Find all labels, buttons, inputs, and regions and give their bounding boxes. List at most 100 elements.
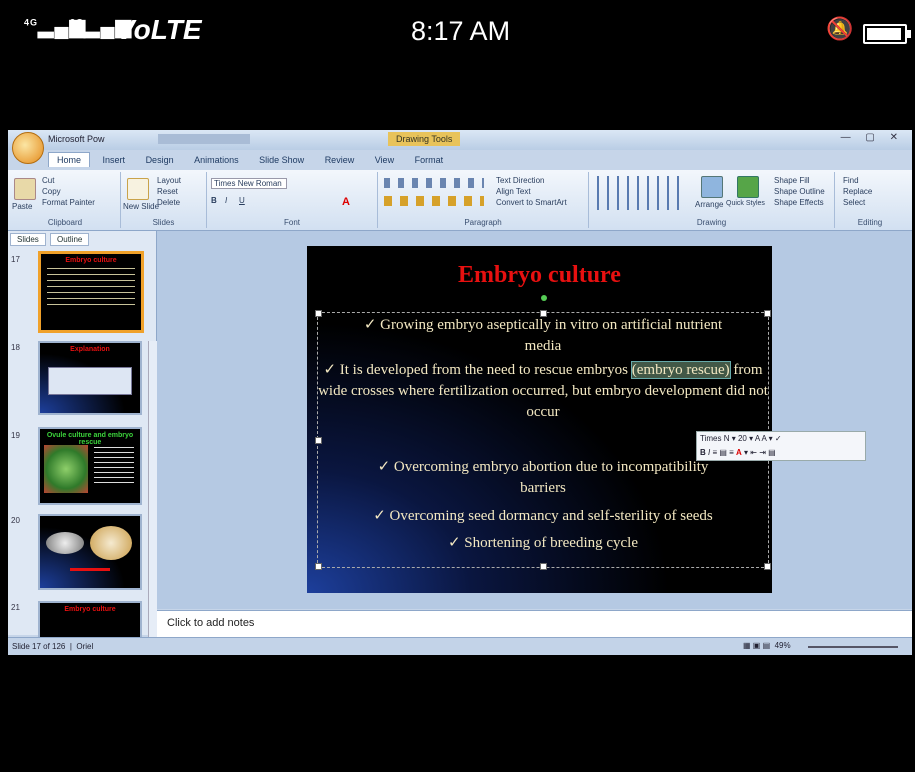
office-button[interactable] bbox=[12, 132, 44, 164]
clock: 8:17 AM bbox=[411, 16, 511, 46]
slide-number: 17 bbox=[11, 255, 20, 264]
bullet-text: ✓ Growing embryo aseptically in vitro on… bbox=[363, 317, 723, 333]
ribbon-tabs: Home Insert Design Animations Slide Show… bbox=[48, 152, 453, 170]
bold-button[interactable]: B bbox=[211, 196, 217, 205]
thumbnail-caption bbox=[70, 568, 110, 571]
slide-counter: Slide 17 of 126 | Oriel bbox=[12, 642, 94, 651]
font-name-select[interactable]: Times New Roman bbox=[211, 178, 287, 189]
copy-button[interactable]: Copy bbox=[42, 187, 61, 196]
window-title: Microsoft Pow bbox=[48, 134, 105, 144]
thumbnail-image bbox=[44, 445, 88, 493]
mini-toolbar-row-1: Times N ▾ 20 ▾ A A ▾ ✓ bbox=[700, 434, 782, 443]
bullet-3: ✓ Overcoming embryo abortion due to inco… bbox=[318, 457, 768, 499]
slides-pane-scrollbar[interactable] bbox=[148, 341, 157, 655]
current-slide: Embryo culture ✓ Growing embryo aseptica… bbox=[307, 246, 772, 593]
zoom-slider[interactable] bbox=[808, 646, 898, 648]
slide-title[interactable]: Embryo culture bbox=[307, 262, 772, 289]
italic-button[interactable]: I bbox=[225, 196, 227, 205]
align-buttons[interactable] bbox=[384, 196, 484, 206]
tab-slide-show[interactable]: Slide Show bbox=[251, 153, 312, 167]
bullet-text: ✓ It is developed from the need to rescu… bbox=[323, 362, 632, 378]
tab-outline[interactable]: Outline bbox=[50, 233, 90, 246]
tab-view[interactable]: View bbox=[367, 153, 402, 167]
delete-button[interactable]: Delete bbox=[157, 198, 180, 207]
tab-review[interactable]: Review bbox=[317, 153, 363, 167]
quick-styles-icon[interactable] bbox=[737, 176, 759, 198]
thumbnail-title: Ovule culture and embryo rescue bbox=[46, 432, 134, 446]
rotate-handle[interactable] bbox=[541, 295, 547, 301]
format-painter-button[interactable]: Format Painter bbox=[42, 198, 95, 207]
slide-thumbnail[interactable]: Embryo culture bbox=[38, 251, 144, 333]
thumbnail-title: Explanation bbox=[70, 346, 110, 353]
shape-outline-button[interactable]: Shape Outline bbox=[774, 187, 825, 196]
mini-toolbar[interactable]: Times N ▾ 20 ▾ A A ▾ ✓ B I ≡ ▤ ≡ A ▾ ⇤ ⇥… bbox=[696, 431, 866, 461]
view-buttons[interactable]: ▦ ▣ ▤ 49% bbox=[743, 641, 791, 650]
mini-font-select[interactable]: Times N bbox=[700, 434, 729, 443]
document-title bbox=[158, 134, 251, 144]
list-buttons[interactable] bbox=[384, 178, 484, 188]
notes-placeholder: Click to add notes bbox=[167, 617, 255, 629]
notes-pane[interactable]: Click to add notes bbox=[157, 610, 912, 637]
replace-button[interactable]: Replace bbox=[843, 187, 872, 196]
selected-text[interactable]: (embryo rescue) bbox=[630, 361, 731, 379]
underline-button[interactable]: U bbox=[239, 196, 245, 205]
quick-styles-button[interactable]: Quick Styles bbox=[726, 200, 765, 207]
tab-format[interactable]: Format bbox=[407, 153, 452, 167]
window-controls[interactable]: — ▢ ✕ bbox=[841, 132, 904, 143]
resize-handle[interactable] bbox=[540, 563, 547, 570]
resize-handle[interactable] bbox=[315, 437, 322, 444]
phone-status-bar: 4G▂▄▆ 3G▂▄▆ VoLTE 8:17 AM 🔕 bbox=[6, 0, 912, 70]
group-slides: New Slide Layout Reset Delete Slides bbox=[121, 172, 207, 228]
select-button[interactable]: Select bbox=[843, 198, 865, 207]
context-tab-drawing-tools[interactable]: Drawing Tools bbox=[388, 132, 461, 146]
text-direction-button[interactable]: Text Direction bbox=[496, 176, 544, 185]
mini-toolbar-row-2: B I ≡ ▤ ≡ A ▾ ⇤ ⇥ ▤ bbox=[700, 448, 776, 457]
mini-size-select[interactable]: 20 bbox=[738, 434, 747, 443]
thumbnail-text-lines bbox=[94, 447, 134, 487]
shapes-gallery[interactable] bbox=[597, 176, 687, 210]
bullet-text-cont: barriers bbox=[520, 480, 566, 496]
arrange-icon[interactable] bbox=[701, 176, 723, 198]
slide-thumbnail[interactable]: Ovule culture and embryo rescue bbox=[38, 427, 142, 505]
shape-fill-button[interactable]: Shape Fill bbox=[774, 176, 810, 185]
tab-animations[interactable]: Animations bbox=[186, 153, 247, 167]
align-text-button[interactable]: Align Text bbox=[496, 187, 531, 196]
group-paragraph: Text Direction Align Text Convert to Sma… bbox=[378, 172, 589, 228]
tab-design[interactable]: Design bbox=[138, 153, 182, 167]
paste-icon[interactable] bbox=[14, 178, 36, 200]
new-slide-icon[interactable] bbox=[127, 178, 149, 200]
group-clipboard: Paste Cut Copy Format Painter Clipboard bbox=[10, 172, 121, 228]
slide-number: 18 bbox=[11, 343, 20, 352]
tab-home[interactable]: Home bbox=[48, 152, 91, 167]
paste-button[interactable]: Paste bbox=[12, 202, 32, 211]
group-label-editing: Editing bbox=[857, 218, 883, 227]
slide-thumbnail[interactable]: Explanation bbox=[38, 341, 142, 415]
resize-handle[interactable] bbox=[764, 563, 771, 570]
convert-smartart-button[interactable]: Convert to SmartArt bbox=[496, 198, 567, 207]
thumbnail-table bbox=[48, 367, 132, 395]
bullet-5: ✓ Shortening of breeding cycle bbox=[447, 535, 638, 551]
find-button[interactable]: Find bbox=[843, 176, 859, 185]
resize-handle[interactable] bbox=[315, 563, 322, 570]
bullet-2: ✓ It is developed from the need to rescu… bbox=[318, 360, 768, 423]
group-drawing: Arrange Quick Styles Shape Fill Shape Ou… bbox=[589, 172, 835, 228]
thumbnail-image bbox=[90, 526, 132, 560]
bullet-1: ✓ Growing embryo aseptically in vitro on… bbox=[318, 315, 768, 357]
group-label-paragraph: Paragraph bbox=[464, 218, 502, 227]
zoom-level: 49% bbox=[774, 641, 791, 650]
tab-slides[interactable]: Slides bbox=[10, 233, 46, 246]
shape-effects-button[interactable]: Shape Effects bbox=[774, 198, 824, 207]
font-color-icon[interactable]: A bbox=[342, 196, 350, 208]
new-slide-button[interactable]: New Slide bbox=[123, 202, 159, 211]
layout-button[interactable]: Layout bbox=[157, 176, 181, 185]
slide-number: 21 bbox=[11, 603, 20, 612]
mini-font-color-icon[interactable]: A bbox=[736, 448, 742, 457]
tab-insert[interactable]: Insert bbox=[95, 153, 134, 167]
bullet-text: ✓ Overcoming embryo abortion due to inco… bbox=[377, 459, 709, 475]
arrange-button[interactable]: Arrange bbox=[695, 200, 723, 209]
cut-button[interactable]: Cut bbox=[42, 176, 54, 185]
slide-thumbnail[interactable] bbox=[38, 514, 142, 590]
reset-button[interactable]: Reset bbox=[157, 187, 178, 196]
bullet-4: ✓ Overcoming seed dormancy and self-ster… bbox=[373, 508, 713, 524]
pane-tabs: Slides Outline bbox=[10, 233, 91, 246]
